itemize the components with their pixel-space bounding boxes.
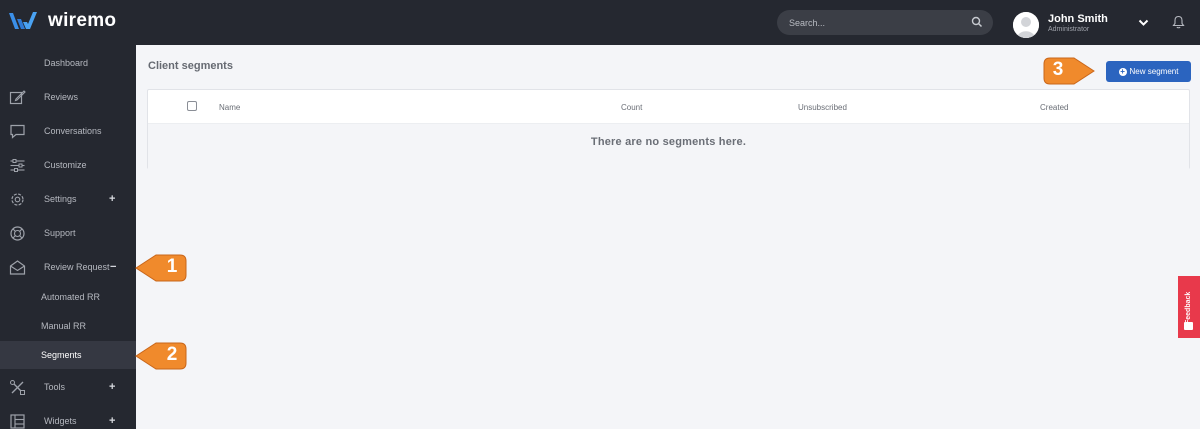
new-segment-label: New segment [1129, 67, 1179, 76]
sidebar-item-label: Support [44, 228, 76, 238]
expand-icon[interactable]: + [109, 193, 115, 205]
sidebar-subitem-label: Manual RR [41, 321, 87, 331]
feedback-icon [1184, 322, 1193, 330]
callout-3: 3 [1040, 54, 1096, 88]
sidebar-item-reviews[interactable]: Reviews [0, 82, 136, 112]
lifebuoy-icon [10, 226, 25, 241]
avatar[interactable] [1013, 12, 1039, 38]
feedback-label: Feedback [1185, 291, 1192, 324]
logo-text: wiremo [48, 10, 117, 31]
callout-number: 1 [166, 256, 178, 277]
top-bar: wiremo John Smith Administrator [0, 0, 1200, 45]
sidebar-item-label: Review Request [44, 262, 110, 272]
sidebar-item-label: Widgets [44, 416, 77, 426]
bell-icon[interactable] [1172, 15, 1185, 29]
sidebar-item-label: Tools [44, 382, 66, 392]
table-header: Name Count Unsubscribed Created [148, 90, 1189, 124]
empty-state-message: There are no segments here. [590, 136, 747, 148]
callout-number: 3 [1052, 59, 1064, 80]
feedback-tab[interactable]: Feedback [1178, 276, 1200, 338]
sidebar-item-widgets[interactable]: Widgets + [0, 406, 136, 429]
sidebar-item-review-request[interactable]: Review Request − [0, 252, 136, 282]
sidebar: Dashboard Reviews Conversations Customiz… [0, 45, 136, 429]
sidebar-item-customize[interactable]: Customize [0, 150, 136, 180]
tools-icon [10, 380, 25, 395]
column-header-name[interactable]: Name [219, 103, 240, 112]
sidebar-item-settings[interactable]: Settings + [0, 184, 136, 214]
column-header-unsubscribed[interactable]: Unsubscribed [798, 103, 847, 112]
envelope-icon [9, 260, 26, 275]
sidebar-subitem-segments[interactable]: Segments [0, 341, 136, 369]
callout-number: 2 [166, 344, 178, 365]
user-name[interactable]: John Smith [1048, 13, 1108, 25]
sidebar-item-label: Conversations [44, 126, 102, 136]
sidebar-item-label: Reviews [44, 92, 79, 102]
sidebar-subitem-automated-rr[interactable]: Automated RR [0, 283, 136, 311]
search-input[interactable] [789, 10, 969, 35]
plus-circle-icon: + [1118, 66, 1127, 76]
column-header-count[interactable]: Count [621, 103, 642, 112]
sliders-icon [10, 159, 25, 172]
sidebar-item-dashboard[interactable]: Dashboard [0, 48, 136, 78]
gear-icon [11, 193, 24, 206]
logo[interactable]: wiremo [8, 10, 116, 32]
user-role: Administrator [1048, 26, 1090, 33]
segments-table: Name Count Unsubscribed Created There ar… [147, 89, 1190, 169]
callout-1: 1 [134, 251, 188, 285]
expand-icon[interactable]: + [109, 415, 115, 427]
sidebar-item-tools[interactable]: Tools + [0, 372, 136, 402]
sidebar-subitem-manual-rr[interactable]: Manual RR [0, 312, 136, 340]
callout-2: 2 [134, 339, 188, 373]
sidebar-item-label: Settings [44, 194, 77, 204]
wiremo-logo-icon [9, 12, 37, 29]
search-icon[interactable] [971, 16, 983, 28]
sidebar-item-conversations[interactable]: Conversations [0, 116, 136, 146]
sidebar-item-label: Dashboard [44, 58, 89, 68]
new-segment-button[interactable]: + New segment [1106, 61, 1191, 82]
chevron-down-icon[interactable] [1138, 19, 1149, 27]
collapse-icon[interactable]: − [110, 261, 116, 273]
page-title: Client segments [148, 60, 233, 72]
select-all-checkbox[interactable] [187, 101, 197, 111]
user-avatar-icon [1013, 12, 1039, 38]
sidebar-item-label: Customize [44, 160, 87, 170]
widgets-icon [10, 414, 25, 429]
search-box [777, 10, 993, 35]
edit-icon [9, 90, 26, 105]
column-header-created[interactable]: Created [1040, 103, 1068, 112]
chat-icon [10, 124, 25, 139]
sidebar-subitem-label: Segments [41, 350, 82, 360]
empty-state-row: There are no segments here. [148, 124, 1189, 169]
expand-icon[interactable]: + [109, 381, 115, 393]
sidebar-item-support[interactable]: Support [0, 218, 136, 248]
sidebar-subitem-label: Automated RR [41, 292, 101, 302]
